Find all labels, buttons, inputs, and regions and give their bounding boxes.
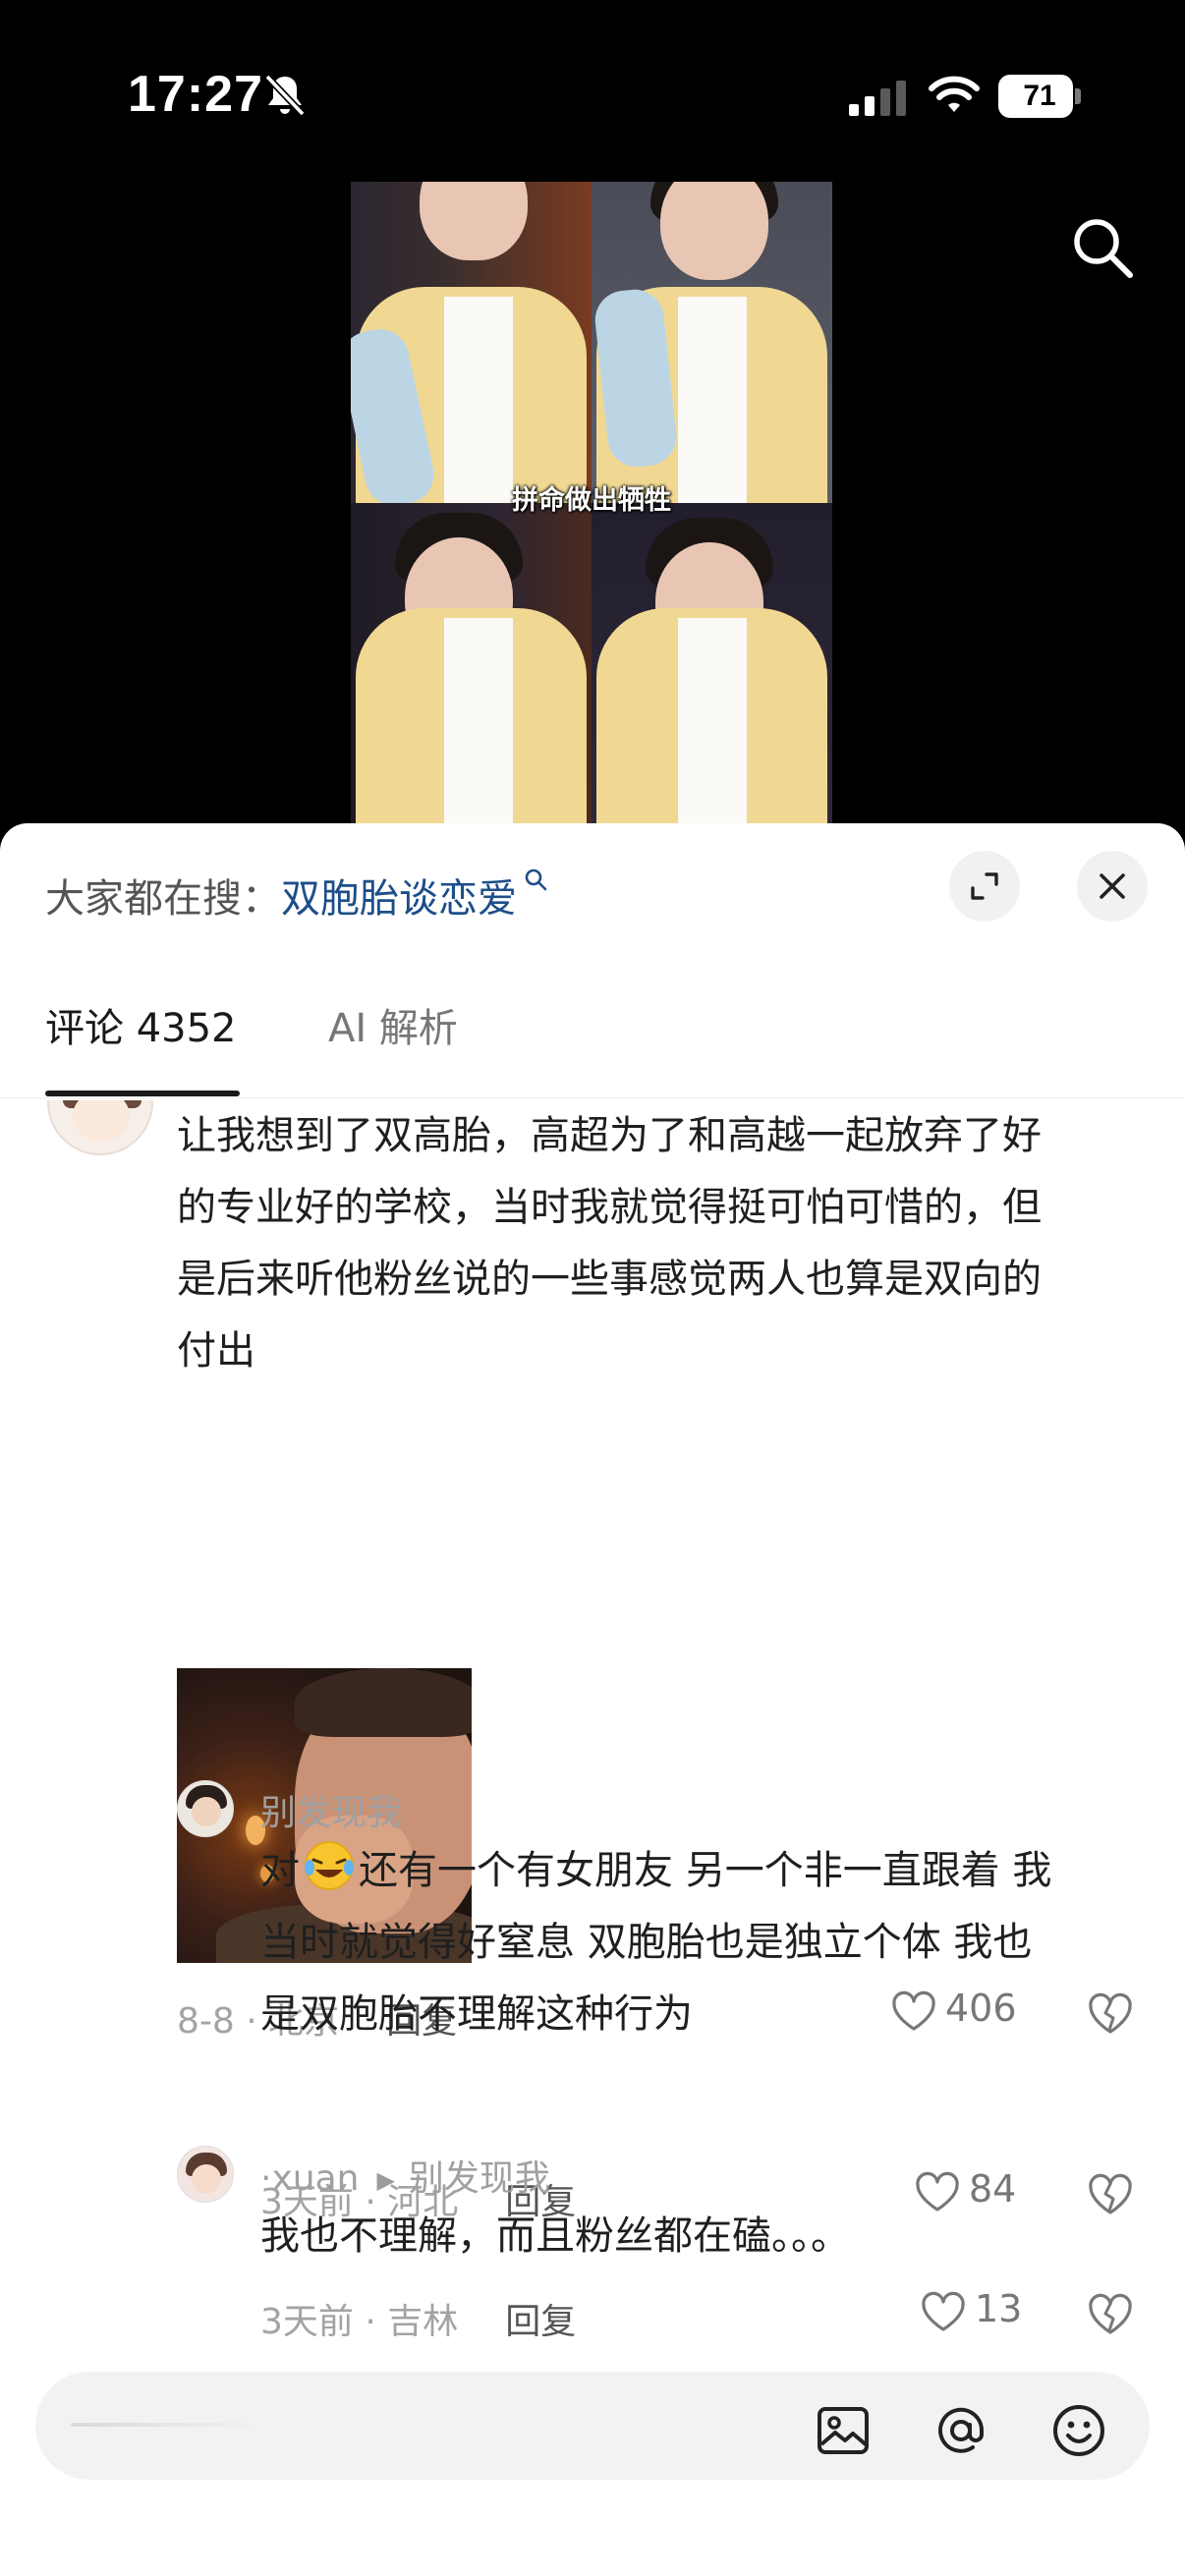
search-icon[interactable]	[1069, 214, 1136, 281]
play-arrow-icon: ▶	[376, 2166, 395, 2194]
battery-icon: 71	[998, 75, 1081, 118]
like-count: 13	[975, 2287, 1023, 2330]
like-button[interactable]: 13	[920, 2287, 1022, 2333]
avatar[interactable]	[177, 2146, 234, 2203]
avatar[interactable]	[177, 1780, 234, 1837]
input-hint-line	[71, 2423, 267, 2427]
hot-search-bar[interactable]: 大家都在搜：双胞胎谈恋爱	[45, 867, 548, 924]
emoji-icon[interactable]	[1049, 2401, 1108, 2460]
expand-button[interactable]	[949, 851, 1020, 922]
search-icon	[525, 868, 547, 891]
text-segment: 还有一个有女朋友 另一个非一直跟着 我	[359, 1848, 1052, 1893]
laughing-crying-emoji-icon	[305, 1841, 354, 1890]
battery-level: 71	[1023, 80, 1056, 112]
comment-line: 付出	[177, 1328, 255, 1373]
video-frame	[351, 503, 592, 824]
signal-icon	[849, 81, 906, 116]
wifi-icon	[929, 76, 980, 112]
comment-line: 的专业好的学校，当时我就觉得挺可怕可惜的，但	[177, 1185, 1042, 1230]
status-bar: 17:27 71	[0, 0, 1185, 196]
tab-active-indicator	[45, 1091, 240, 1096]
comment-line: 是后来听他粉丝说的一些事感觉两人也算是双向的	[177, 1257, 1042, 1302]
avatar[interactable]	[47, 1100, 153, 1155]
heart-icon	[922, 2291, 965, 2331]
comment-date-location: 3天前 · 吉林	[260, 2302, 459, 2336]
status-time: 17:27	[128, 66, 263, 123]
reply-to-username[interactable]: 别发现我	[409, 2158, 550, 2199]
comment-list[interactable]: 让我想到了双高胎，高超为了和高越一起放弃了好 的专业好的学校，当时我就觉得挺可怕…	[0, 1100, 1185, 2336]
image-icon[interactable]	[814, 2401, 873, 2460]
tab-bar: 评论 4352 AI 解析	[0, 996, 1185, 1098]
reply-username[interactable]: 别发现我	[260, 1784, 402, 1835]
comment-input[interactable]	[35, 2372, 1150, 2480]
hot-search-label: 大家都在搜：	[45, 876, 281, 922]
comment-line: 我也不理解，而且粉丝都在磕。。。	[260, 2213, 850, 2259]
comments-sheet: 大家都在搜：双胞胎谈恋爱 评论 4352 AI 解析 让我想到了双高胎，高超为了…	[0, 823, 1185, 2576]
tab-ai-analysis[interactable]: AI 解析	[328, 996, 458, 1053]
comment-text: 让我想到了双高胎，高超为了和高越一起放弃了好 的专业好的学校，当时我就觉得挺可怕…	[177, 1100, 1140, 1387]
bell-slash-icon	[264, 74, 306, 117]
comment-line: 让我想到了双高胎，高超为了和高越一起放弃了好	[177, 1113, 1042, 1158]
text-segment: 对	[260, 1848, 300, 1893]
reply-text: 我也不理解，而且粉丝都在磕。。。	[260, 2201, 1145, 2272]
video-frame	[592, 503, 832, 824]
reply-header: ·xuan ▶ 别发现我	[260, 2150, 550, 2201]
hot-search-term[interactable]: 双胞胎谈恋爱	[281, 876, 517, 922]
reply-text: 对 还有一个有女朋友 另一个非一直跟着 我 当时就觉得好窒息 双胞胎也是独立个体 …	[260, 1835, 1145, 2050]
reply-username[interactable]: ·xuan	[260, 2158, 359, 2199]
video-frame	[351, 182, 592, 503]
comment-input-area	[0, 2336, 1185, 2576]
close-button[interactable]	[1077, 851, 1148, 922]
video-caption: 拼命做出牺牲	[512, 485, 671, 516]
comment-meta: 3天前 · 吉林 回复	[260, 2293, 576, 2336]
tab-comments[interactable]: 评论 4352	[45, 996, 237, 1053]
video-player[interactable]: 拼命做出牺牲	[351, 182, 832, 825]
comment-line: 是双胞胎不理解这种行为	[260, 1991, 693, 2037]
reply-button[interactable]: 回复	[505, 2302, 576, 2336]
comment-line: 对 还有一个有女朋友 另一个非一直跟着 我	[260, 1835, 1145, 1907]
expand-icon	[971, 872, 998, 900]
broken-heart-icon[interactable]	[1087, 2291, 1134, 2336]
comment-line: 当时就觉得好窒息 双胞胎也是独立个体 我也	[260, 1920, 1033, 1965]
at-icon[interactable]	[931, 2401, 990, 2460]
close-icon	[1100, 873, 1125, 899]
video-frame	[592, 182, 832, 503]
